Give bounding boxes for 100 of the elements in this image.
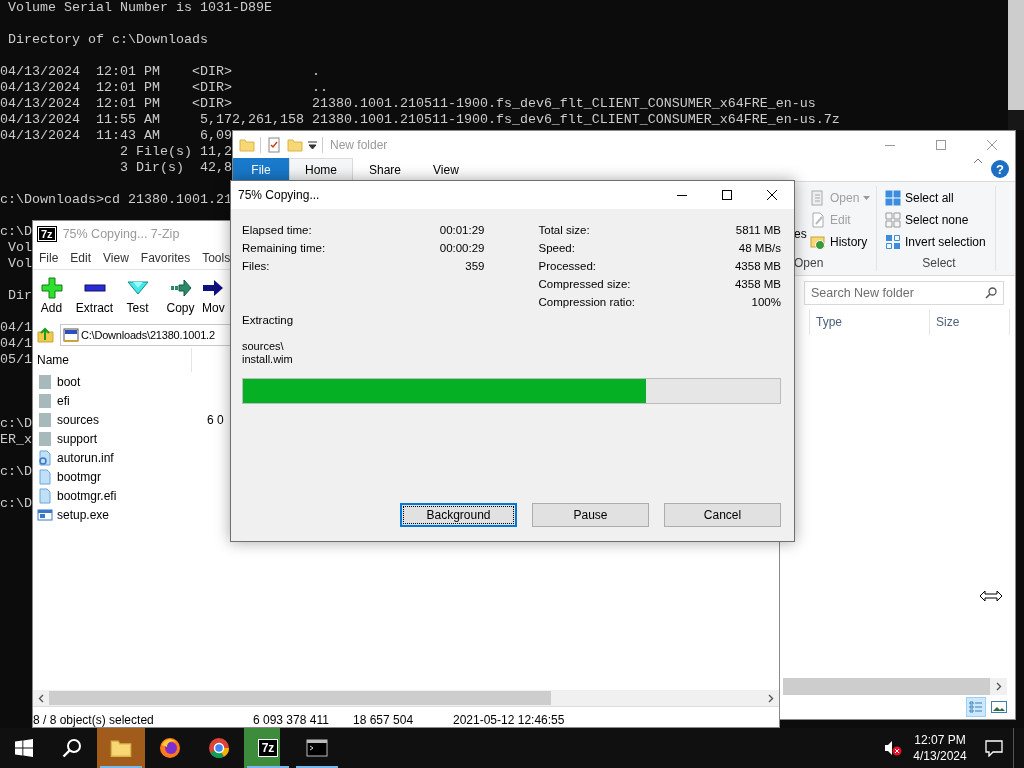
program-icon [37, 506, 53, 523]
console-line: 05/1 [0, 352, 32, 368]
muted-speaker-icon[interactable] [884, 740, 902, 756]
menu-item[interactable]: File [33, 251, 65, 265]
disc-image-icon [63, 327, 79, 343]
folder-icon [37, 392, 53, 409]
edit-icon [810, 212, 826, 228]
app-logo: 7z [37, 226, 57, 242]
ribbon-label: es [794, 226, 808, 243]
folder-up-icon[interactable] [36, 325, 56, 345]
notification-icon [985, 739, 1003, 757]
console-line: 04/13/2024 11:43 AM 6,09 [0, 128, 232, 144]
scrollbar[interactable] [1008, 0, 1024, 130]
toolbar-button[interactable]: Test [116, 270, 159, 322]
stat-label: Compressed size: [538, 278, 631, 290]
ribbon-tab[interactable]: View [417, 158, 475, 181]
stat-label: Speed: [538, 242, 575, 254]
archive-entry[interactable]: sources [33, 411, 191, 428]
stat-label: Total size: [538, 224, 590, 236]
chevron-right-icon [768, 693, 774, 703]
chevron-left-icon [38, 693, 44, 703]
properties-icon[interactable] [266, 136, 282, 153]
scrollbar-thumb[interactable] [1008, 0, 1024, 110]
open-icon [810, 190, 826, 206]
toolbar-button[interactable]: Copy [159, 270, 202, 322]
maximize-icon [936, 139, 946, 150]
toolbar-button[interactable]: Add [30, 270, 73, 322]
toolbar-button[interactable]: Extract [73, 270, 116, 322]
console-line: c:\D [0, 416, 32, 432]
archive-entry[interactable]: boot [33, 373, 191, 390]
window-title: 75% Copying... 7-Zip [62, 227, 180, 241]
file-path: sources\ [242, 340, 285, 353]
scroll-right-button[interactable] [990, 678, 1007, 695]
archive-entry[interactable]: bootmgr.efi [33, 487, 191, 504]
archive-entry[interactable]: setup.exe [33, 506, 191, 523]
column-header[interactable]: Type [809, 309, 929, 335]
start-icon [15, 739, 33, 757]
archive-entry[interactable]: autorun.inf [33, 449, 191, 466]
ribbon-button[interactable]: Invert selection [883, 231, 995, 253]
history-icon [810, 234, 826, 250]
dialog-button[interactable]: Background [400, 503, 517, 527]
ribbon-tab[interactable]: Share [353, 158, 418, 181]
console-line: 3 Dir(s) 42,8 [118, 160, 232, 176]
help-button[interactable]: ? [991, 160, 1009, 178]
column-header[interactable]: Size [929, 309, 1010, 335]
close-icon [766, 190, 777, 200]
resize-cursor-icon [979, 590, 1003, 602]
search-field[interactable]: Search New folder [804, 280, 1004, 305]
console-line: Vol [7, 240, 32, 256]
clock[interactable]: 12:07 PM 4/13/2024 [905, 728, 975, 768]
menu-item[interactable]: Favorites [134, 251, 197, 265]
select-all-icon [885, 190, 901, 206]
collapse-icon[interactable] [973, 158, 983, 164]
scrollbar[interactable] [783, 678, 990, 695]
stat-label: Compression ratio: [538, 296, 635, 308]
scrollbar-thumb[interactable] [49, 691, 551, 705]
terminal-icon [306, 739, 328, 757]
console-line: c:\D [0, 464, 32, 480]
archive-entry[interactable]: bootmgr [33, 468, 191, 485]
toolbar-button[interactable]: Mov [202, 270, 225, 322]
stat-label: Remaining time: [242, 242, 326, 254]
file-icon [37, 468, 53, 485]
console-line: 04/1 [0, 336, 32, 352]
table-cell-text: 6 0 [206, 412, 224, 427]
search-icon [62, 738, 82, 758]
console-line: Vol [7, 256, 32, 272]
archive-entry[interactable]: efi [33, 392, 191, 409]
file-tab[interactable]: File [233, 158, 289, 181]
file-name: install.wim [242, 353, 294, 366]
menu-item[interactable]: View [97, 251, 135, 265]
settings-file-icon [37, 449, 53, 466]
folder-icon [37, 430, 53, 447]
plus-icon [40, 277, 63, 299]
dialog-button[interactable]: Cancel [664, 503, 781, 527]
stat-value: 5811 MB [735, 224, 781, 236]
stat-value: 359 [465, 260, 485, 272]
taskbar-button[interactable]: 7z [244, 728, 292, 768]
stat-value: 4358 MB [734, 260, 781, 272]
group-label: Open [794, 255, 825, 272]
stat-label: Processed: [538, 260, 597, 272]
console-line: Dir [7, 288, 32, 304]
console-line: c:\D [0, 224, 32, 240]
console-line: 2 File(s) 11,2 [118, 144, 232, 160]
caret-icon[interactable] [308, 140, 317, 149]
status-text: 8 / 8 object(s) selected [33, 713, 155, 727]
folder-icon [37, 373, 53, 390]
menu-item[interactable]: Edit [64, 251, 98, 265]
folder-icon [110, 737, 132, 759]
ribbon-button[interactable]: History [808, 231, 873, 253]
ribbon-button[interactable]: Select none [883, 209, 995, 231]
ribbon-tab[interactable]: Home [289, 158, 353, 181]
stat-value: 100% [751, 296, 781, 308]
ribbon-button[interactable]: Select all [883, 187, 995, 209]
archive-entry[interactable]: support [33, 430, 191, 447]
column-header[interactable]: Name [33, 348, 192, 372]
stat-value: 00:00:29 [439, 242, 485, 254]
console-line: 04/13/2024 12:01 PM <DIR> 21380.1001.210511-1900.fs_dev6_flt_CLIENT_CONSUMER_x64FRE_en-us [0, 96, 816, 112]
dialog-button[interactable]: Pause [532, 503, 649, 527]
console-line: c:\D [0, 496, 32, 512]
stat-value: 4358 MB [734, 278, 781, 290]
